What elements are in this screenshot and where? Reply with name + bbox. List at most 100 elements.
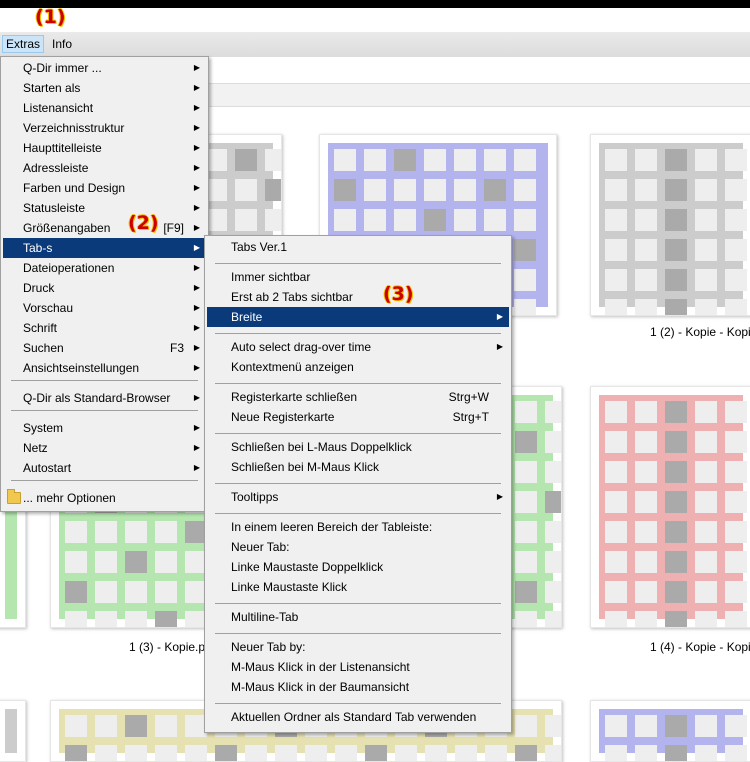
thumbnail-cell: [515, 491, 537, 513]
menu-separator: [215, 513, 501, 514]
thumbnail-cell: [695, 179, 717, 201]
extras-menu-item-autostart[interactable]: Autostart ▶: [3, 458, 206, 478]
thumbnail-2[interactable]: [590, 134, 750, 316]
thumbnail-cell: [665, 491, 687, 513]
thumbnail-cell: [695, 491, 717, 513]
extras-menu-item-q-dir-als-standard-browser[interactable]: Q-Dir als Standard-Browser ▶: [3, 388, 206, 408]
menu-item-label: Aktuellen Ordner als Standard Tab verwen…: [231, 710, 477, 724]
menu-item-label: Farben und Design: [23, 181, 126, 195]
submenu-arrow-icon: ▶: [193, 263, 200, 272]
extras-menu-item-farben-und-design[interactable]: Farben und Design ▶: [3, 178, 206, 198]
thumbnail-cell: [635, 179, 657, 201]
extras-menu-item-schrift[interactable]: Schrift ▶: [3, 318, 206, 338]
thumbnail-cell: [605, 491, 627, 513]
extras-menu-item-statusleiste[interactable]: Statusleiste ▶: [3, 198, 206, 218]
tabs-menu-item-m-maus-klick-in-der-listenansicht[interactable]: M-Maus Klick in der Listenansicht: [207, 657, 509, 677]
tabs-menu-item-tabs-ver-1[interactable]: Tabs Ver.1: [207, 237, 509, 257]
thumbnail-cell: [95, 521, 117, 543]
thumbnail-cell: [725, 611, 747, 627]
tabs-menu-item-linke-maustaste-doppelklick[interactable]: Linke Maustaste Doppelklick: [207, 557, 509, 577]
tabs-menu-item-erst-ab-2-tabs-sichtbar[interactable]: Erst ab 2 Tabs sichtbar: [207, 287, 509, 307]
extras-menu-item-system[interactable]: System ▶: [3, 418, 206, 438]
thumbnail-cell: [514, 299, 536, 315]
tabs-menu-item-linke-maustaste-klick[interactable]: Linke Maustaste Klick: [207, 577, 509, 597]
thumbnail-cell: [65, 581, 87, 603]
extras-menu-item-q-dir-immer[interactable]: Q-Dir immer ... ▶: [3, 58, 206, 78]
tabs-menu-item-immer-sichtbar[interactable]: Immer sichtbar: [207, 267, 509, 287]
thumbnail-cell: [545, 491, 561, 513]
thumbnail-partial-bottom-left[interactable]: [0, 700, 26, 762]
thumbnail-cell: [545, 431, 561, 453]
tabs-menu-item-tooltipps[interactable]: Tooltipps ▶: [207, 487, 509, 507]
extras-menu-item-vorschau[interactable]: Vorschau ▶: [3, 298, 206, 318]
extras-menu-item-suchen[interactable]: Suchen F3 ▶: [3, 338, 206, 358]
thumbnail-cell: [155, 745, 177, 761]
tabs-menu-item-neuer-tab[interactable]: Neuer Tab:: [207, 537, 509, 557]
thumbnail-cell: [545, 401, 561, 423]
submenu-arrow-icon: ▶: [193, 103, 200, 112]
thumbnail-cell: [665, 521, 687, 543]
extras-menu-item-mehr-optionen[interactable]: ... mehr Optionen: [3, 488, 206, 508]
thumbnail-cell: [235, 179, 257, 201]
thumbnail-cell: [695, 461, 717, 483]
extras-menu-item-ansichtseinstellungen[interactable]: Ansichtseinstellungen ▶: [3, 358, 206, 378]
tabs-menu-item-m-maus-klick-in-der-baumansicht[interactable]: M-Maus Klick in der Baumansicht: [207, 677, 509, 697]
thumbnail-cell: [635, 149, 657, 171]
thumbnail-cell: [454, 209, 476, 231]
thumbnail-cell: [665, 209, 687, 231]
menu-item-label: Immer sichtbar: [231, 270, 311, 284]
thumbnail-cell: [605, 461, 627, 483]
thumbnail-cell: [695, 431, 717, 453]
tabs-menu-item-schließen-bei-l-maus-doppelklick[interactable]: Schließen bei L-Maus Doppelklick: [207, 437, 509, 457]
extras-menu-item-starten-als[interactable]: Starten als ▶: [3, 78, 206, 98]
thumbnail-4[interactable]: [590, 386, 750, 628]
menu-extras[interactable]: Extras: [2, 35, 45, 53]
tabs-menu-item-breite[interactable]: Breite ▶: [207, 307, 509, 327]
tabs-menu-item-kontextmenü-anzeigen[interactable]: Kontextmenü anzeigen: [207, 357, 509, 377]
tabs-menu-item-registerkarte-schließen[interactable]: Registerkarte schließen Strg+W: [207, 387, 509, 407]
thumbnail-cell: [514, 209, 536, 231]
extras-menu-item-dateioperationen[interactable]: Dateioperationen ▶: [3, 258, 206, 278]
submenu-arrow-icon: ▶: [193, 393, 200, 402]
menu-info[interactable]: Info: [52, 37, 72, 51]
thumbnail-cell: [725, 401, 747, 423]
thumbnail-cell: [305, 745, 327, 761]
menu-item-label: Ansichtseinstellungen: [23, 361, 140, 375]
submenu-arrow-icon: ▶: [193, 463, 200, 472]
menu-item-label: Tooltipps: [231, 490, 279, 504]
extras-menu-item-haupttitelleiste[interactable]: Haupttitelleiste ▶: [3, 138, 206, 158]
tabs-menu-item-aktuellen-ordner-als-standard-tab-verwenden[interactable]: Aktuellen Ordner als Standard Tab verwen…: [207, 707, 509, 727]
thumbnail-cell: [454, 149, 476, 171]
thumbnail-cell: [635, 239, 657, 261]
thumbnail-cell: [485, 745, 507, 761]
thumbnail-cell: [95, 581, 117, 603]
menu-item-label: Multiline-Tab: [231, 610, 299, 624]
tabs-menu-item-neue-registerkarte[interactable]: Neue Registerkarte Strg+T: [207, 407, 509, 427]
tabs-menu-item-auto-select-drag-over-time[interactable]: Auto select drag-over time ▶: [207, 337, 509, 357]
thumbnail-cell: [695, 581, 717, 603]
thumbnail-cell: [275, 745, 297, 761]
tabs-menu-item-schließen-bei-m-maus-klick[interactable]: Schließen bei M-Maus Klick: [207, 457, 509, 477]
thumbnail-cell: [364, 149, 386, 171]
tabs-menu-item-in-einem-leeren-bereich-der-tableiste[interactable]: In einem leeren Bereich der Tableiste:: [207, 517, 509, 537]
extras-menu-item-druck[interactable]: Druck ▶: [3, 278, 206, 298]
thumbnail-cell: [695, 611, 717, 627]
thumbnail-cell: [514, 239, 536, 261]
extras-menu-item-verzeichnisstruktur[interactable]: Verzeichnisstruktur ▶: [3, 118, 206, 138]
tabs-menu-item-neuer-tab-by[interactable]: Neuer Tab by:: [207, 637, 509, 657]
thumbnail-cell: [605, 149, 627, 171]
menu-item-label: Listenansicht: [23, 101, 94, 115]
extras-menu-item-größenangaben[interactable]: Größenangaben [F9] ▶: [3, 218, 206, 238]
menu-item-label: Erst ab 2 Tabs sichtbar: [231, 290, 353, 304]
thumbnail-cell: [605, 581, 627, 603]
thumbnail-cell: [334, 209, 356, 231]
tabs-menu-item-multiline-tab[interactable]: Multiline-Tab: [207, 607, 509, 627]
extras-menu-item-adressleiste[interactable]: Adressleiste ▶: [3, 158, 206, 178]
marker-2: (2): [128, 212, 159, 234]
extras-menu-item-listenansicht[interactable]: Listenansicht ▶: [3, 98, 206, 118]
thumbnail-blue-bottom[interactable]: [590, 700, 750, 762]
extras-menu-item-netz[interactable]: Netz ▶: [3, 438, 206, 458]
menu-item-label: Schließen bei L-Maus Doppelklick: [231, 440, 412, 454]
thumbnail-cell: [725, 461, 747, 483]
extras-menu-item-tab-s[interactable]: Tab-s ▶: [3, 238, 206, 258]
